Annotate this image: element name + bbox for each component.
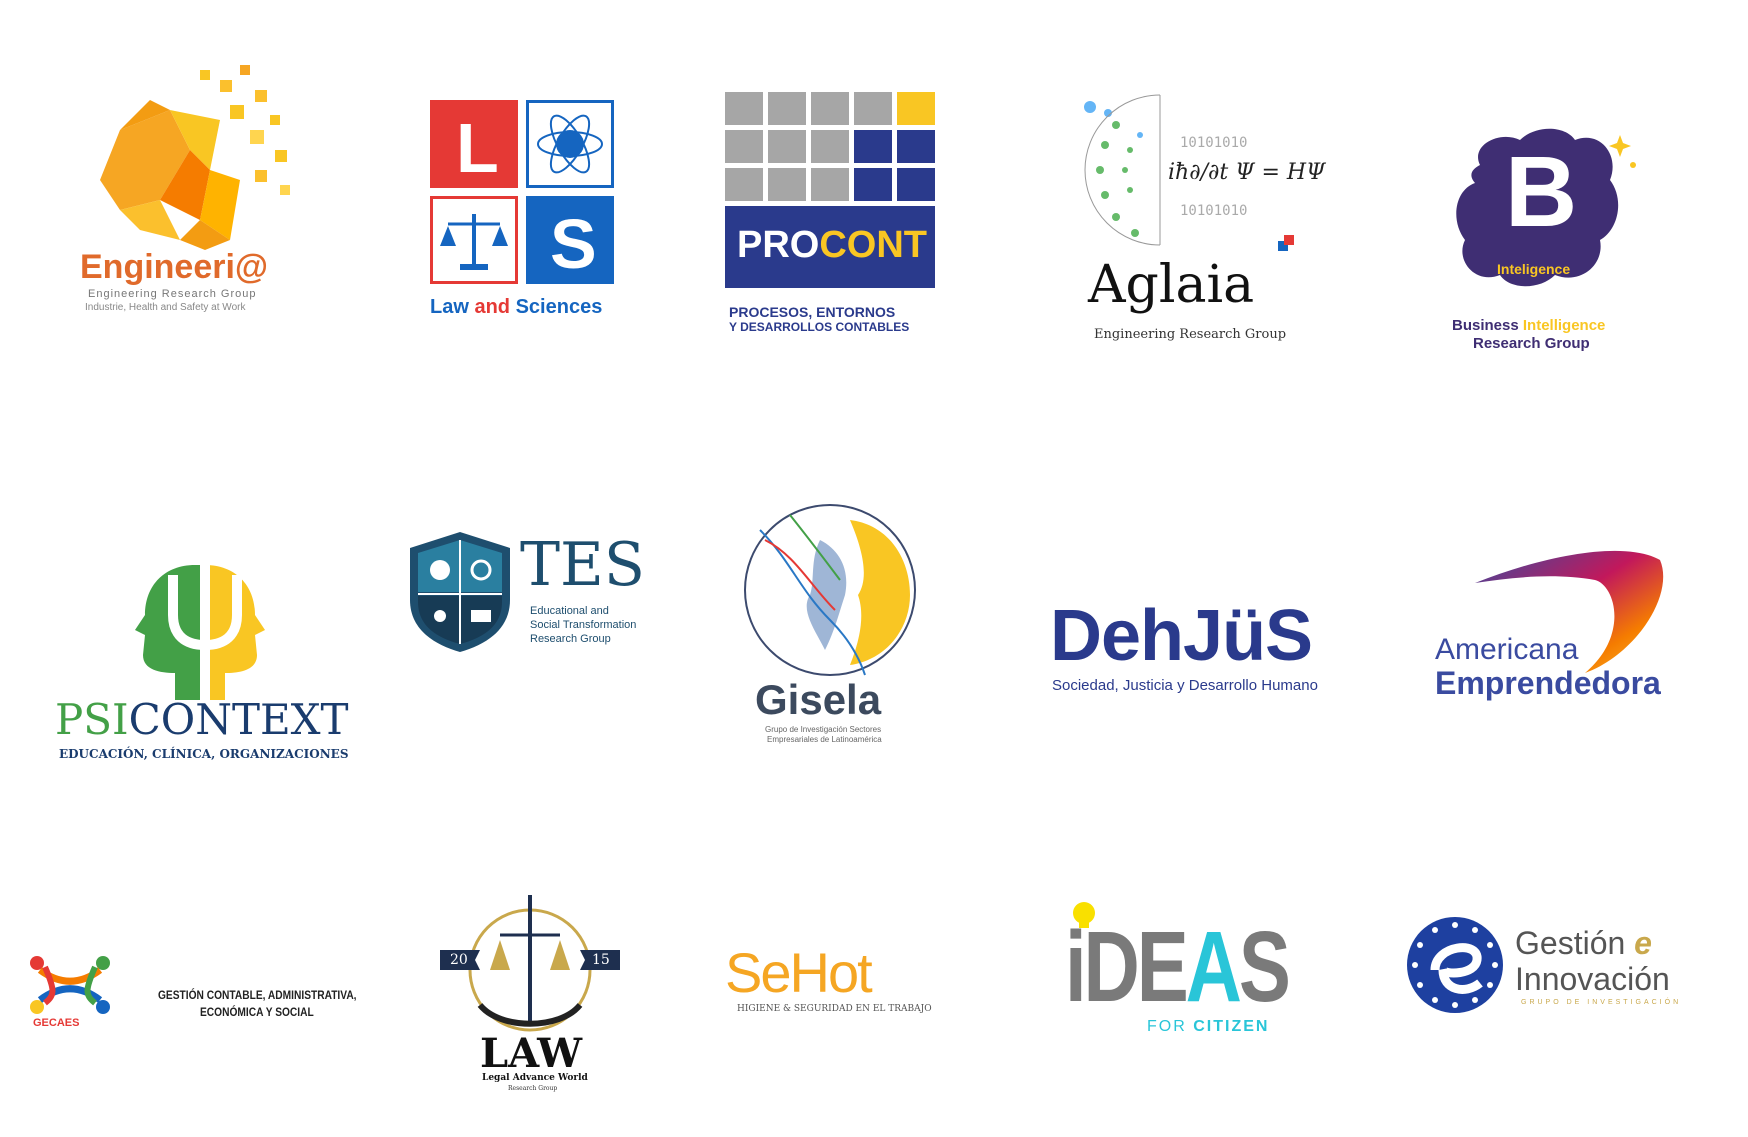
ideas-for: FOR: [1147, 1018, 1187, 1035]
aglaia-mark: [1284, 235, 1294, 245]
psicontext-subtitle: EDUCACIÓN, CLÍNICA, ORGANIZACIONES: [59, 747, 349, 761]
logo-gestion-innovacion: Gestión e Innovación GRUPO DE INVESTIGAC…: [1405, 915, 1705, 1025]
logo-business-intelligence: B Inteligence Business Intelligence Rese…: [1445, 125, 1645, 365]
tes-line1: Educational and: [530, 605, 609, 617]
bintel-letter: B: [1505, 136, 1578, 248]
gecaes-people-icon: [30, 956, 110, 1014]
ideas-word: iDEAS: [1065, 910, 1291, 1025]
americana-line2: Emprendedora: [1435, 665, 1661, 701]
psicontext-name: PSICONTEXT: [55, 695, 349, 744]
l-letter: L: [456, 109, 499, 187]
gecaes-line2: ECONÓMICA Y SOCIAL: [200, 1005, 314, 1019]
ideas-tagline: FOR CITIZEN: [1147, 1018, 1269, 1036]
law-emblem-icon: [440, 895, 620, 1032]
gestion-line2: Innovación: [1515, 961, 1670, 997]
shield-icon: [410, 532, 510, 652]
engineeria-line1: Engineering Research Group: [88, 288, 257, 300]
tes-line3: Research Group: [530, 633, 611, 645]
ls-law: Law: [430, 296, 469, 318]
aglaia-subtitle: Engineering Research Group: [1094, 327, 1287, 342]
engineeria-name: Engineeri@: [80, 248, 269, 286]
procont-line1: PROCESOS, ENTORNOS: [729, 304, 896, 320]
gecaes-name: GECAES: [33, 1017, 80, 1029]
gestion-word: Gestión: [1515, 925, 1626, 961]
gisela-line2: Empresariales de Latinoamérica: [767, 735, 882, 744]
brain-icon: [100, 65, 290, 250]
scale-icon: [440, 214, 508, 270]
aglaia-binary-2: 10101010: [1180, 203, 1248, 219]
logo-aglaia: 10101010 iħ∂/∂t Ψ = HΨ 10101010 Aglaia E…: [1080, 94, 1325, 355]
tes-line2: Social Transformation: [530, 619, 637, 631]
bintel-business: Business: [1452, 317, 1519, 334]
ls-label: Law and Sciences: [430, 296, 602, 319]
law-year-right: 15: [592, 952, 610, 968]
law-name: LAW: [480, 1030, 583, 1077]
logo-gecaes: GECAES GESTIÓN CONTABLE, ADMINISTRATIVA,…: [25, 955, 365, 1035]
bintel-line1: Business Intelligence: [1452, 317, 1605, 334]
law-line2: Research Group: [508, 1085, 558, 1092]
logo-gisela: Gisela Grupo de Investigación Sectores E…: [735, 500, 935, 745]
procont-grid-icon: [725, 92, 935, 201]
ls-sciences: Sciences: [515, 296, 603, 318]
bintel-line2: Research Group: [1473, 335, 1590, 352]
logo-engineeria: Engineeri@ Engineering Research Group In…: [80, 60, 300, 330]
dehjus-subtitle: Sociedad, Justicia y Desarrollo Humano: [1052, 677, 1318, 694]
gestion-line1: Gestión e: [1515, 925, 1652, 962]
gisela-line1: Grupo de Investigación Sectores: [765, 725, 882, 734]
s-letter: S: [550, 205, 597, 283]
ideas-citizen: CITIZEN: [1193, 1018, 1270, 1035]
americana-line1: Americana: [1435, 633, 1579, 666]
semicircle-dots-icon: [1084, 94, 1161, 246]
psicontext-psi: PSI: [55, 695, 129, 744]
logo-dehjus: DehJüS Sociedad, Justicia y Desarrollo H…: [1050, 595, 1350, 695]
ideas-s: S: [1238, 911, 1291, 1023]
procont-line2: Y DESARROLLOS CONTABLES: [729, 320, 910, 334]
ideas-a: A: [1185, 911, 1242, 1023]
logo-tes: TES Educational and Social Transformatio…: [405, 530, 665, 660]
sehot-name: SeHot: [725, 941, 873, 1004]
atom-icon: [537, 114, 603, 174]
procont-cont: CONT: [819, 224, 928, 266]
logo-law-and-sciences: L S Law and Sciences: [430, 100, 630, 330]
logo-ideas: iDEAS FOR CITIZEN: [1065, 900, 1305, 1040]
aglaia-name: Aglaia: [1088, 255, 1255, 315]
logo-sehot: SeHot HIGIENE & SEGURIDAD EN EL TRABAJO: [725, 940, 945, 1020]
gecaes-line1: GESTIÓN CONTABLE, ADMINISTRATIVA,: [158, 988, 357, 1002]
law-line1: Legal Advance World: [482, 1073, 588, 1083]
logo-americana-emprendedora: Americana Emprendedora: [1435, 545, 1685, 715]
sehot-subtitle: HIGIENE & SEGURIDAD EN EL TRABAJO: [737, 1004, 932, 1014]
gisela-name: Gisela: [755, 676, 882, 723]
bintel-inner: Inteligence: [1497, 261, 1571, 277]
gestion-e: e: [1634, 925, 1652, 961]
ls-and: and: [474, 296, 511, 318]
engineeria-line2: Industrie, Health and Safety at Work: [85, 302, 246, 313]
psicontext-context: CONTEXT: [128, 695, 349, 744]
aglaia-binary-1: 10101010: [1180, 135, 1248, 151]
globe-faces-icon: [744, 504, 916, 676]
logo-procont: PROCONT PROCESOS, ENTORNOS Y DESARROLLOS…: [725, 92, 940, 342]
procont-name: PROCONT: [737, 224, 927, 267]
heads-psi-icon: [135, 560, 265, 700]
eu-stars-e-icon: [1407, 917, 1503, 1013]
bintel-intelligence: Intelligence: [1522, 317, 1606, 334]
logo-law: 20 15 LAW Legal Advance World Research G…: [440, 895, 620, 1095]
law-year-left: 20: [450, 952, 468, 968]
dehjus-name: DehJüS: [1050, 596, 1313, 676]
procont-pro: PRO: [737, 224, 820, 266]
tes-name: TES: [520, 530, 645, 600]
logo-psicontext: PSICONTEXT EDUCACIÓN, CLÍNICA, ORGANIZAC…: [55, 555, 355, 765]
gestion-subtitle: GRUPO DE INVESTIGACIÓN: [1521, 999, 1682, 1006]
ideas-ide: iDE: [1065, 911, 1189, 1023]
aglaia-formula: iħ∂/∂t Ψ = HΨ: [1168, 160, 1326, 185]
